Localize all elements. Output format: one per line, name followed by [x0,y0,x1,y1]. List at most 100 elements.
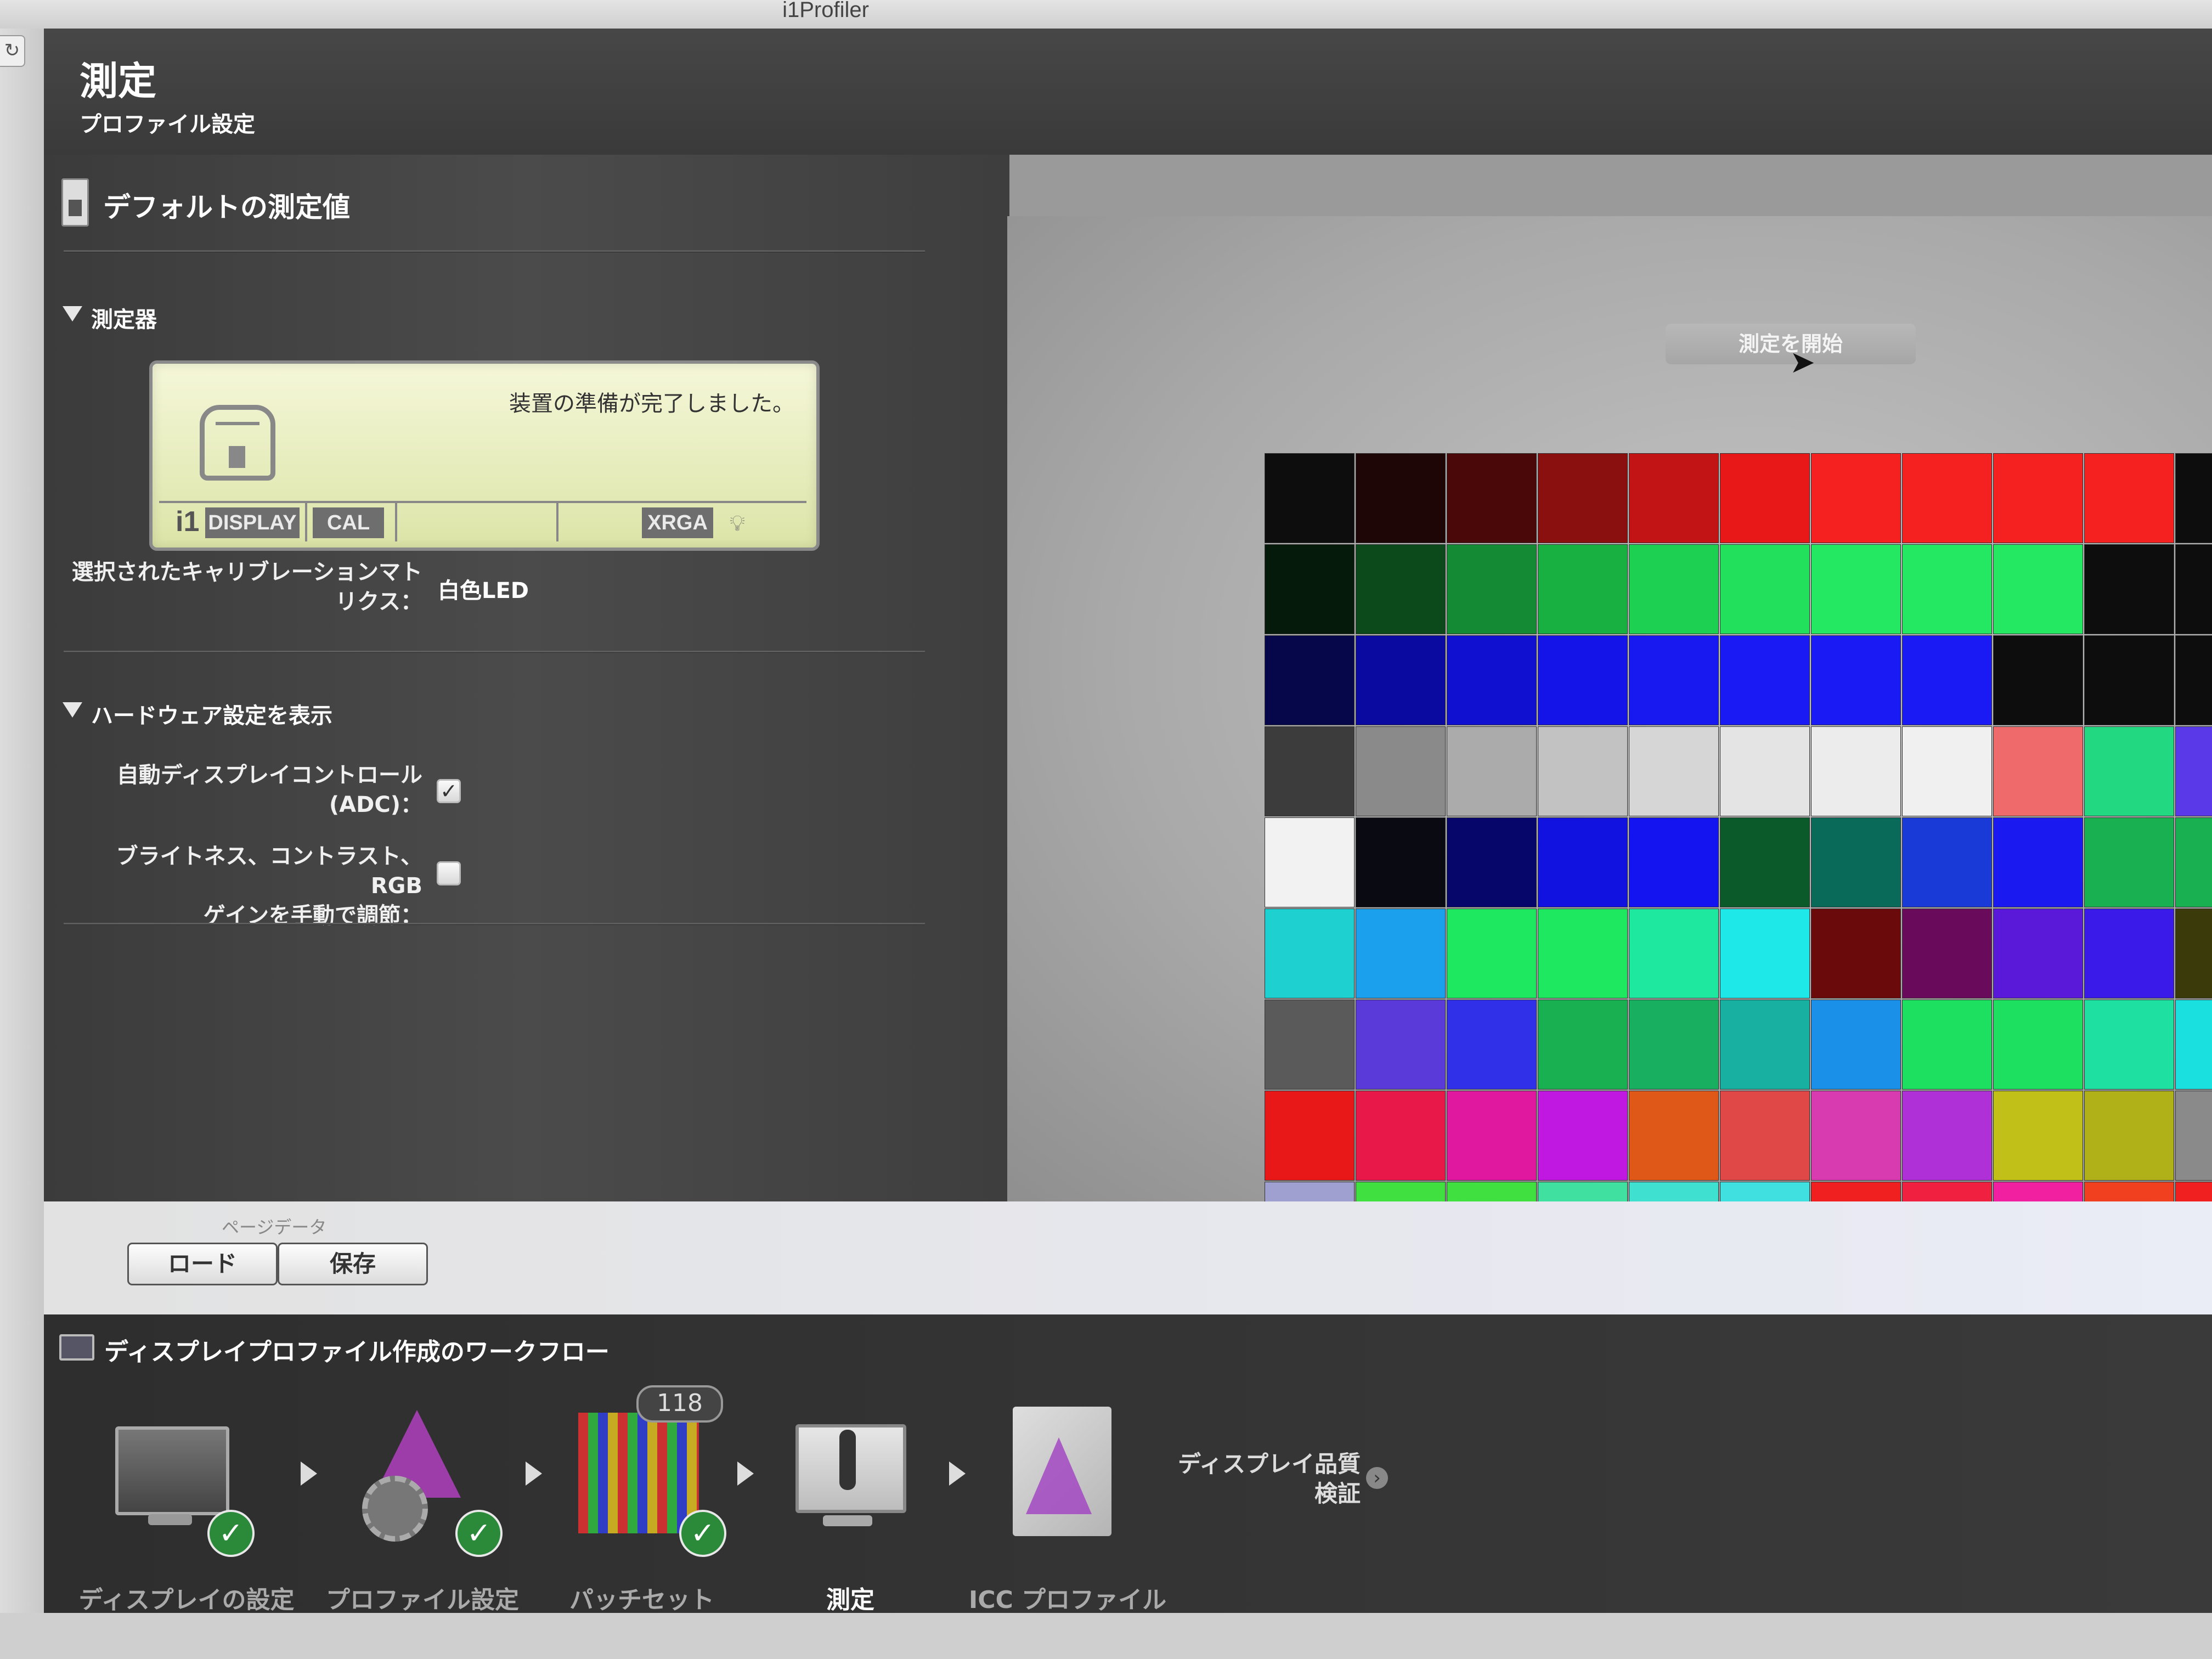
instrument-lcd: 装置の準備が完了しました。 i1 DISPLAY CAL XRGA 💡︎ [149,360,820,551]
calibration-matrix-label-line1: 選択されたキャリブレーションマト [71,560,422,585]
load-button[interactable]: ロード [127,1243,278,1285]
instrument-section-label[interactable]: 測定器 [91,302,157,334]
color-patch [1811,1091,1901,1181]
color-patch [1720,817,1810,907]
color-patch [1720,635,1810,725]
window-title: i1Profiler [782,0,869,22]
color-patch [1993,726,2083,816]
step-measurement[interactable]: 測定 [768,1580,933,1615]
color-patch [1265,1000,1355,1090]
color-patch [1265,817,1355,907]
step-icc-profile[interactable]: ICC プロファイル [958,1580,1177,1615]
disclosure-triangle-icon[interactable] [63,306,82,321]
light-bulb-icon: 💡︎ [730,511,745,536]
color-patch [2175,909,2212,998]
color-patch [1447,909,1537,998]
color-patch [2175,726,2212,816]
color-patch [2084,817,2174,907]
color-patch [1629,909,1719,998]
color-patch [1447,817,1537,907]
color-patch [2084,453,2174,543]
color-patch [2084,544,2174,634]
cursor-arrow-icon: ➤ [1790,345,1815,380]
verify-label-line2: 検証 [1314,1480,1361,1507]
color-patch [1629,544,1719,634]
color-patch [1265,1091,1355,1181]
step-display-settings[interactable]: ディスプレイの設定 [77,1580,296,1615]
settings-panel [44,155,1009,1201]
color-patch [2175,1091,2212,1181]
color-patch [1538,1000,1628,1090]
workflow-title: ディスプレイプロファイル作成のワークフロー [104,1338,610,1366]
color-patch [1629,635,1719,725]
window-titlebar: i1Profiler [0,0,2212,29]
color-patch [1902,817,1992,907]
arrow-right-icon [526,1462,542,1486]
hardware-settings-label[interactable]: ハードウェア設定を表示 [91,698,332,730]
color-patch [1629,1000,1719,1090]
brand-logo: i1 [176,506,200,538]
color-patch [1447,1000,1537,1090]
color-patch [1811,1182,1901,1201]
color-patch [2084,1091,2174,1181]
color-patch [1993,909,2083,998]
color-patch [1993,635,2083,725]
color-patch [1265,544,1355,634]
divider [64,250,925,252]
color-patch [1447,1182,1537,1201]
device-icon [200,405,275,481]
calibration-matrix-value: 白色LED [438,578,529,603]
color-patch-grid [1265,453,2212,1201]
step-patch-set[interactable]: パッチセット [543,1580,741,1615]
color-patch [1265,453,1355,543]
color-patch [1720,544,1810,634]
color-patch [2175,635,2212,725]
page-data-label: ページデータ [222,1217,327,1238]
color-patch [2175,1182,2212,1201]
refresh-icon[interactable]: ↻ [0,35,25,67]
color-patch [1720,909,1810,998]
color-patch [1447,1091,1537,1181]
checkmark-icon: ✓ [679,1510,726,1557]
color-patch [1993,817,2083,907]
color-patch [1447,635,1537,725]
display-settings-icon[interactable] [115,1426,229,1515]
color-patch [1902,909,1992,998]
color-patch [1356,817,1446,907]
color-patch [1902,726,1992,816]
color-patch [2084,1000,2174,1090]
color-patch [1538,453,1628,543]
color-patch [1538,726,1628,816]
color-patch [1447,544,1537,634]
color-patch [1720,726,1810,816]
color-patch [1902,1000,1992,1090]
patch-grid-icon[interactable] [578,1413,699,1533]
checkmark-icon: ✓ [207,1510,255,1557]
window-left-strip [0,29,44,1659]
adc-label-line1: 自動ディスプレイコントロール [116,763,422,788]
color-patch [1629,817,1719,907]
adc-checkbox[interactable]: ✓ [437,779,461,803]
color-patch [1447,453,1537,543]
step-profile-settings[interactable]: プロファイル設定 [313,1580,532,1615]
color-patch [1811,544,1901,634]
color-patch [1538,817,1628,907]
manual-adjust-checkbox[interactable] [437,861,461,885]
color-patch [1356,635,1446,725]
color-patch [1356,726,1446,816]
color-patch [1902,544,1992,634]
monitor-icon [59,1334,94,1361]
lcd-status-bar: i1 DISPLAY CAL XRGA 💡︎ [159,501,806,541]
disclosure-triangle-icon[interactable] [63,702,82,718]
color-patch [1629,726,1719,816]
adc-label: 自動ディスプレイコントロール (ADC)： [66,760,422,820]
color-patch [1811,453,1901,543]
save-button[interactable]: 保存 [278,1243,428,1285]
page-header [44,29,2212,155]
color-patch [1811,1000,1901,1090]
info-circle-icon[interactable]: › [1366,1467,1388,1489]
color-patch [1356,544,1446,634]
color-patch [1538,635,1628,725]
settings-gear-icon[interactable] [362,1476,428,1542]
display-quality-verification-link[interactable]: ディスプレイ品質 検証 [1163,1449,1361,1509]
